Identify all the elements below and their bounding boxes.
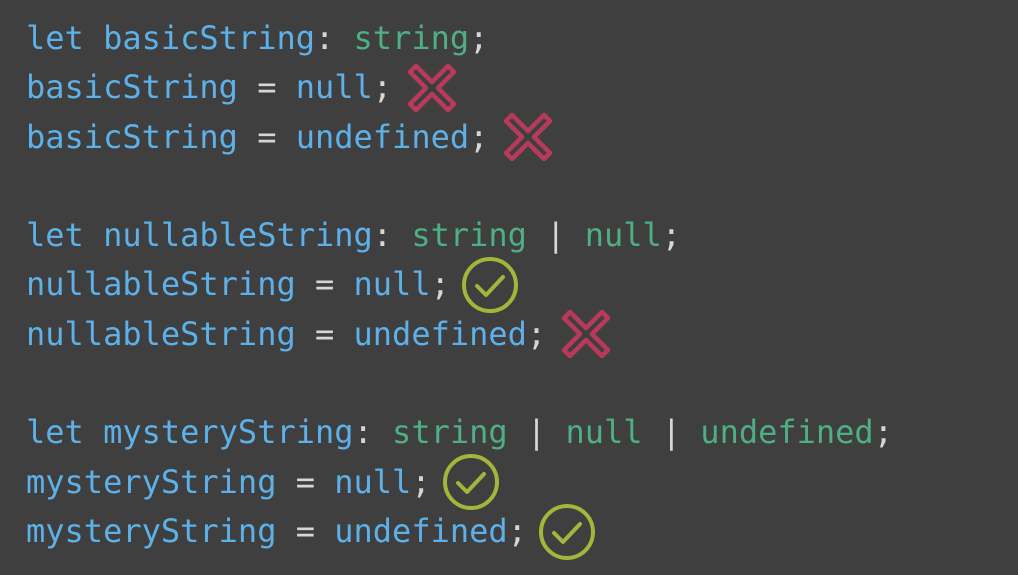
code-token-keyword: basicString — [26, 117, 238, 156]
code-token-type: string — [411, 216, 527, 255]
code-line: let basicString: string; — [26, 14, 1018, 63]
cross-icon — [498, 107, 558, 167]
code-token-operator: ; — [430, 265, 450, 304]
code-token-keyword: let — [26, 19, 104, 57]
code-token-operator: = — [276, 511, 335, 550]
code-token-type: null — [565, 413, 643, 452]
code-token-keyword: mysteryString — [26, 462, 277, 501]
code-token-keyword: basicString — [103, 19, 315, 57]
code-token-operator: ; — [469, 19, 489, 57]
code-token-value: null — [295, 68, 373, 107]
code-token-operator: ; — [411, 462, 431, 501]
code-token-keyword: mysteryString — [26, 511, 277, 550]
code-editor: let basicString: string; basicString = nu… — [0, 0, 1018, 575]
code-token-type: string — [392, 413, 508, 452]
code-token-value: undefined — [334, 511, 508, 550]
code-token-keyword: nullableString — [26, 265, 296, 304]
cross-icon — [402, 58, 462, 118]
code-token-type: null — [584, 216, 662, 255]
code-line: mysteryString = undefined; — [26, 503, 1018, 560]
code-token-value: null — [334, 462, 412, 501]
code-line: mysteryString = null; — [26, 454, 1018, 511]
code-token-operator: | — [526, 216, 585, 255]
check-circle-icon — [441, 452, 501, 512]
code-token-keyword: nullableString — [103, 216, 373, 255]
code-line: basicString = null; — [26, 63, 1018, 113]
code-token-operator: ; — [526, 314, 547, 353]
code-token-operator: = — [237, 117, 296, 156]
code-token-keyword: mysteryString — [103, 413, 354, 452]
code-line: basicString = undefined; — [26, 113, 1018, 162]
code-token-keyword: let — [26, 216, 104, 255]
code-token-operator: ; — [507, 511, 527, 550]
code-token-operator: ; — [469, 117, 489, 156]
code-token-keyword: basicString — [26, 68, 238, 107]
code-token-value: null — [353, 265, 431, 304]
code-token-operator: : — [314, 19, 354, 57]
code-token-keyword: let — [26, 413, 104, 452]
code-token-operator: : — [372, 216, 412, 255]
code-token-value: undefined — [353, 314, 527, 353]
code-line: nullableString = null; — [26, 257, 1018, 314]
code-token-keyword: nullableString — [26, 314, 296, 353]
code-token-operator: = — [276, 462, 335, 501]
code-line: let mysteryString: string | null | undef… — [26, 408, 1018, 457]
code-token-operator: | — [507, 413, 566, 452]
code-token-operator: = — [237, 68, 296, 107]
code-token-type: undefined — [700, 413, 874, 452]
check-circle-icon — [460, 255, 520, 315]
code-line: nullableString = undefined; — [26, 310, 1018, 359]
code-token-operator: ; — [873, 413, 893, 452]
code-token-type: string — [353, 19, 470, 57]
code-token-operator: | — [642, 413, 701, 452]
code-token-operator: = — [295, 265, 354, 304]
check-circle-icon — [537, 502, 597, 562]
cross-icon — [556, 304, 616, 364]
code-token-operator: = — [295, 314, 354, 353]
code-line: let nullableString: string | null; — [26, 211, 1018, 260]
code-token-operator: : — [353, 413, 393, 452]
code-token-operator: ; — [372, 68, 393, 107]
code-token-operator: ; — [661, 216, 682, 255]
code-token-value: undefined — [295, 117, 470, 156]
